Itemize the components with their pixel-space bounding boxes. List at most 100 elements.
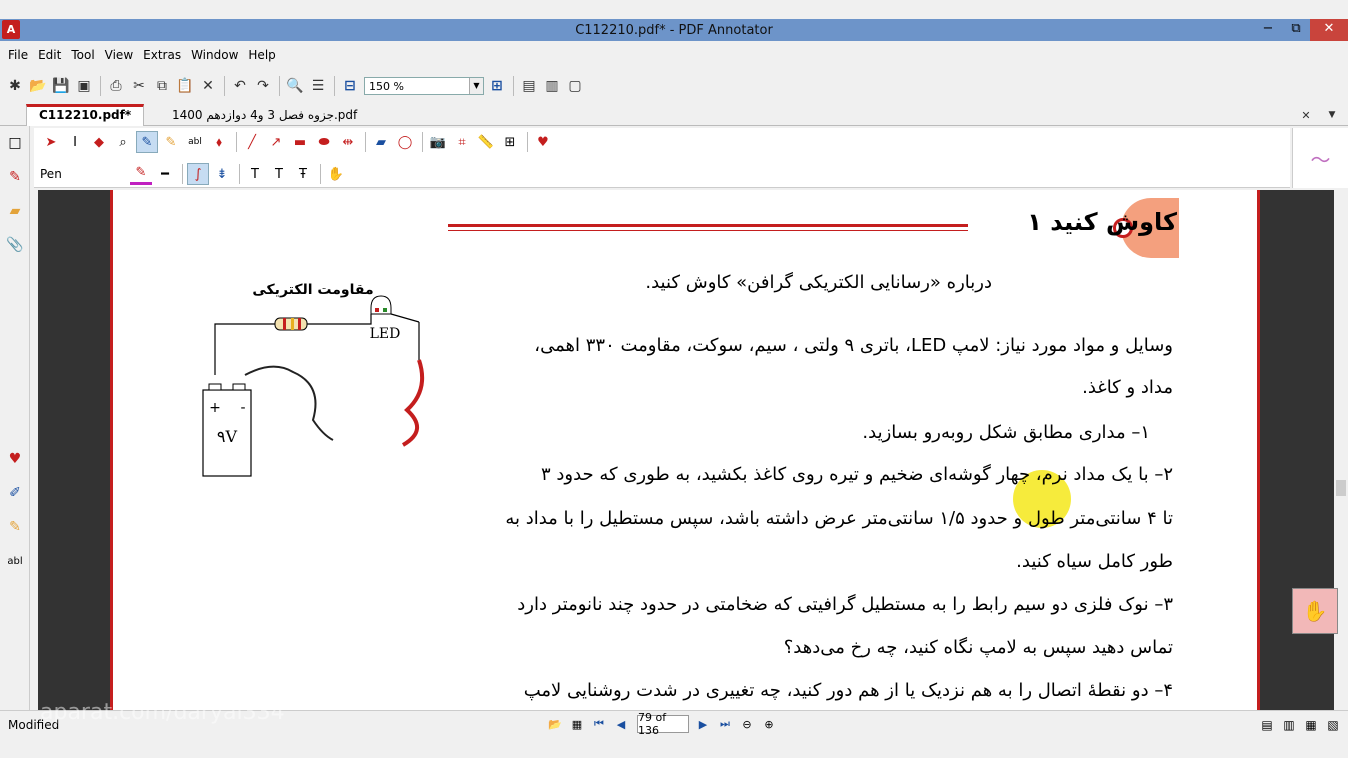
led-label: LED [370,326,401,342]
recent-nav-icon[interactable]: ▦ [567,714,587,734]
heart-icon[interactable]: ♥ [0,442,30,476]
next-page-icon[interactable]: ▶ [693,714,713,734]
cut-icon[interactable]: ✂ [128,75,150,97]
fullscreen-icon[interactable]: ▢ [564,75,586,97]
document-view[interactable]: کاوش کنید ۱ درباره «رسانایی الکتریکی گرا… [38,190,1334,710]
zoom-out-icon[interactable]: ⊟ [339,75,361,97]
attachment-icon[interactable]: 📎 [0,228,30,262]
close-button[interactable]: ✕ [1310,19,1348,41]
prev-page-icon[interactable]: ◀ [611,714,631,734]
back-icon[interactable]: ⊖ [737,714,757,734]
last-page-icon[interactable]: ⏭ [715,714,735,734]
pressure-icon[interactable]: ⇟ [211,163,233,185]
resistor-band [283,318,286,330]
ruler-icon[interactable]: 📏 [475,131,497,153]
text-tool-icon[interactable]: abl [0,544,30,578]
menu-tool[interactable]: Tool [67,48,98,62]
menu-extras[interactable]: Extras [139,48,185,62]
minimize-button[interactable]: − [1254,19,1282,41]
arrow-tool-icon[interactable]: ↗ [265,131,287,153]
camera-icon[interactable]: 📷 [427,131,449,153]
first-page-icon[interactable]: ⏮ [589,714,609,734]
fit-page-icon[interactable]: ▤ [518,75,540,97]
folder-icon[interactable]: ▰ [0,194,30,228]
page-number-field[interactable]: 79 of 136 [637,711,689,737]
eraser-tool-icon[interactable]: ▰ [370,131,392,153]
resistor-band [298,318,301,330]
save-as-icon[interactable]: ▣ [73,75,95,97]
battery-minus: - [240,400,245,416]
tab-c112210[interactable]: C112210.pdf* [26,104,145,126]
text-select-icon[interactable]: I [64,131,86,153]
open-folder-nav-icon[interactable]: 📂 [545,714,565,734]
single-page-view-icon[interactable]: ▤ [1256,715,1278,735]
annotation-toolbar: ➤ I ◆ ⌕ ✎ ✎ abl ⬧ ╱ ↗ ▬ ⬬ ⇹ ▰ ◯ 📷 ⌗ 📏 ⊞ … [34,128,1290,188]
menu-view[interactable]: View [101,48,137,62]
measure-tool-icon[interactable]: ⇹ [337,131,359,153]
open-folder-icon[interactable]: 📂 [27,75,49,97]
tab-list-icon[interactable]: ▼ [1321,104,1343,126]
paste-icon[interactable]: 📋 [174,75,196,97]
highlighter-tool-icon[interactable]: ✎ [160,131,182,153]
ellipse-tool-icon[interactable]: ⬬ [313,131,335,153]
pen-preview-icon: 〜 [1292,128,1348,188]
menu-file[interactable]: File [4,48,32,62]
redo-icon[interactable]: ↷ [252,75,274,97]
pen-color-icon[interactable]: ✎ [130,163,152,185]
insert-image-icon[interactable]: ⊞ [499,131,521,153]
delete-icon[interactable]: ✕ [197,75,219,97]
maximize-button[interactable]: ⧉ [1282,19,1310,41]
save-icon[interactable]: 💾 [50,75,72,97]
hand-tool-icon[interactable]: ✋ [325,163,347,185]
close-tab-icon[interactable]: ✕ [1295,104,1317,126]
menu-window[interactable]: Window [187,48,242,62]
menu-help[interactable]: Help [244,48,279,62]
select-box-icon[interactable]: □ [0,126,30,160]
highlighter-icon[interactable]: ✎ [0,510,30,544]
marker-icon[interactable]: ✐ [0,476,30,510]
hand-pan-icon[interactable]: ✋ [1292,588,1338,634]
line-4: ۱– مداری مطابق شکل روبه‌رو بسازید. [862,422,1150,443]
properties-icon[interactable]: ☰ [307,75,329,97]
find-icon[interactable]: 🔍 [284,75,306,97]
pointer-icon[interactable]: ➤ [40,131,62,153]
separator [527,132,528,152]
scrollbar-thumb[interactable] [1336,480,1346,496]
favorites-heart-icon[interactable]: ♥ [532,131,554,153]
zoom-select[interactable]: 150 % ▼ [364,77,484,95]
pdf-page[interactable]: کاوش کنید ۱ درباره «رسانایی الکتریکی گرا… [110,190,1260,710]
zoom-tool-icon[interactable]: ⌕ [112,131,134,153]
menu-edit[interactable]: Edit [34,48,65,62]
tab-jozve[interactable]: جزوه فصل 3 و4 دوازدهم 1400.pdf [160,104,369,126]
two-page-view-icon[interactable]: ▦ [1300,715,1322,735]
print-icon[interactable]: ⎙ [105,75,127,97]
textbox-tool-icon[interactable]: abl [184,131,206,153]
app-icon[interactable]: A [2,20,20,39]
fit-width-icon[interactable]: ▥ [541,75,563,97]
led-icon [370,295,392,315]
two-page-continuous-icon[interactable]: ▧ [1322,715,1344,735]
smooth-stroke-icon[interactable]: ∫ [187,163,209,185]
rectangle-tool-icon[interactable]: ▬ [289,131,311,153]
text-style-t1-icon[interactable]: T [244,163,266,185]
undo-icon[interactable]: ↶ [229,75,251,97]
continuous-view-icon[interactable]: ▥ [1278,715,1300,735]
forward-icon[interactable]: ⊕ [759,714,779,734]
pen-sidebar-icon[interactable]: ✎ [0,160,30,194]
chevron-down-icon[interactable]: ▼ [469,78,483,94]
text-style-t2-icon[interactable]: T [268,163,290,185]
zoom-in-icon[interactable]: ⊞ [486,75,508,97]
pen-tool-icon[interactable]: ✎ [136,131,158,153]
main-toolbar: ✱ 📂 💾 ▣ ⎙ ✂ ⧉ 📋 ✕ ↶ ↷ 🔍 ☰ ⊟ 150 % ▼ ⊞ ▤ … [0,72,1348,100]
line-width-icon[interactable]: ━ [154,163,176,185]
stamp-tool-icon[interactable]: ⬧ [208,131,230,153]
copy-icon[interactable]: ⧉ [151,75,173,97]
eraser-icon[interactable]: ◆ [88,131,110,153]
crop-icon[interactable]: ⌗ [451,131,473,153]
new-icon[interactable]: ✱ [4,75,26,97]
line-tool-icon[interactable]: ╱ [241,131,263,153]
battery-terminal-minus [232,383,246,391]
text-style-t3-icon[interactable]: Ŧ [292,163,314,185]
lasso-tool-icon[interactable]: ◯ [394,131,416,153]
